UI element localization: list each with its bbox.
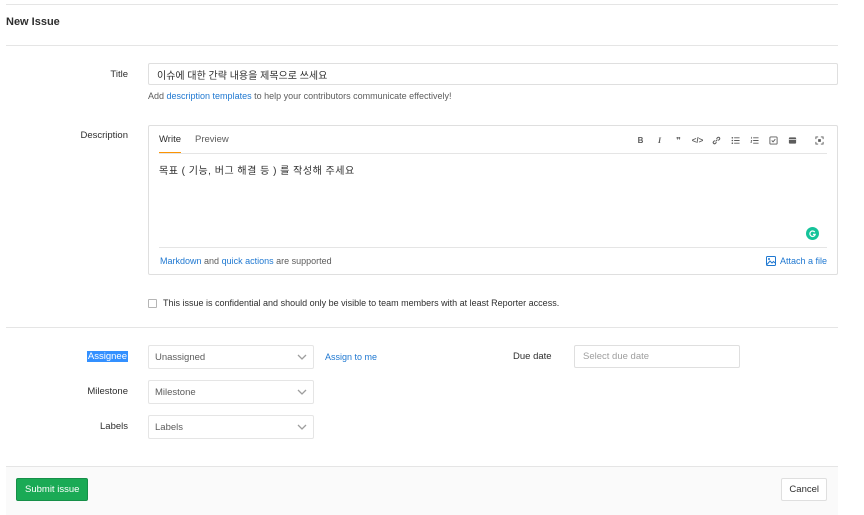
- title-helper: Add description templates to help your c…: [148, 91, 452, 101]
- editor-tabs: Write Preview: [159, 126, 243, 154]
- attach-file-button[interactable]: Attach a file: [765, 256, 827, 266]
- due-date-placeholder: Select due date: [583, 351, 650, 362]
- italic-icon[interactable]: I: [650, 132, 669, 148]
- title-input-value: 이슈에 대한 간략 내용을 제목으로 쓰세요: [157, 70, 328, 82]
- numbered-list-icon[interactable]: [745, 132, 764, 148]
- confidential-checkbox[interactable]: [148, 298, 157, 308]
- assignee-label: Assignee: [86, 351, 128, 362]
- chevron-down-icon: [297, 422, 307, 432]
- description-templates-link[interactable]: description templates: [167, 91, 252, 101]
- labels-dropdown[interactable]: Labels: [148, 415, 314, 439]
- due-date-input[interactable]: Select due date: [574, 345, 740, 368]
- footer-suffix: are supported: [276, 256, 332, 266]
- bold-icon[interactable]: B: [631, 132, 650, 148]
- fullscreen-icon[interactable]: [810, 132, 829, 148]
- helper-suffix: to help your contributors communicate ef…: [254, 91, 452, 101]
- image-icon: [765, 256, 776, 266]
- labels-label: Labels: [100, 421, 128, 432]
- assignee-label-wrap: Assignee: [6, 351, 128, 362]
- description-textarea[interactable]: 목표 ( 기능, 버그 해결 등 ) 를 작성해 주세요: [159, 162, 355, 177]
- editor-footer-text: Markdown and quick actions are supported: [160, 256, 332, 266]
- labels-value: Labels: [155, 421, 183, 433]
- markdown-link[interactable]: Markdown: [160, 256, 202, 266]
- task-list-icon[interactable]: [764, 132, 783, 148]
- bullet-list-icon[interactable]: [726, 132, 745, 148]
- assignee-value: Unassigned: [155, 351, 206, 363]
- cancel-button[interactable]: Cancel: [781, 478, 827, 501]
- confidential-row: This issue is confidential and should on…: [148, 298, 559, 308]
- attach-file-label: Attach a file: [779, 256, 827, 266]
- tab-preview[interactable]: Preview: [195, 126, 229, 154]
- tab-write[interactable]: Write: [159, 126, 181, 154]
- submit-issue-button[interactable]: Submit issue: [16, 478, 89, 501]
- milestone-label: Milestone: [87, 386, 128, 397]
- code-icon[interactable]: </>: [688, 132, 707, 148]
- milestone-dropdown[interactable]: Milestone: [148, 380, 314, 404]
- quote-icon[interactable]: ❞: [669, 132, 688, 148]
- top-divider: [6, 4, 838, 5]
- page-title: New Issue: [6, 16, 60, 28]
- editor-footer-divider: [159, 247, 827, 248]
- title-divider: [6, 45, 838, 46]
- description-label: Description: [80, 130, 128, 141]
- tab-divider: [159, 153, 827, 154]
- footer-and: and: [204, 256, 220, 266]
- markdown-toolbar: B I ❞ </>: [631, 132, 829, 148]
- title-input[interactable]: 이슈에 대한 간략 내용을 제목으로 쓰세요: [148, 63, 838, 85]
- assign-to-me-wrap: Assign to me: [325, 352, 377, 362]
- description-editor: Write Preview B I ❞ </> 목표 (기능, 버그 해결 등…: [148, 125, 838, 275]
- table-icon[interactable]: [783, 132, 802, 148]
- confidential-label: This issue is confidential and should on…: [163, 298, 560, 308]
- chevron-down-icon: [297, 352, 307, 362]
- link-icon[interactable]: [707, 132, 726, 148]
- new-issue-page: New Issue Title 이슈에 대한 간략 내용을 제목으로 쓰세요 A…: [0, 0, 864, 515]
- assignee-dropdown[interactable]: Unassigned: [148, 345, 314, 369]
- assign-to-me-link[interactable]: Assign to me: [325, 352, 377, 362]
- quick-actions-link[interactable]: quick actions: [222, 256, 274, 266]
- due-date-label: Due date: [513, 351, 552, 362]
- helper-prefix: Add: [148, 91, 165, 101]
- title-label: Title: [110, 69, 128, 80]
- form-actions: Submit issue Cancel: [6, 466, 838, 515]
- milestone-value: Milestone: [155, 386, 196, 398]
- chevron-down-icon: [297, 387, 307, 397]
- grammarly-icon[interactable]: [806, 227, 819, 240]
- sidebar-divider: [6, 327, 838, 328]
